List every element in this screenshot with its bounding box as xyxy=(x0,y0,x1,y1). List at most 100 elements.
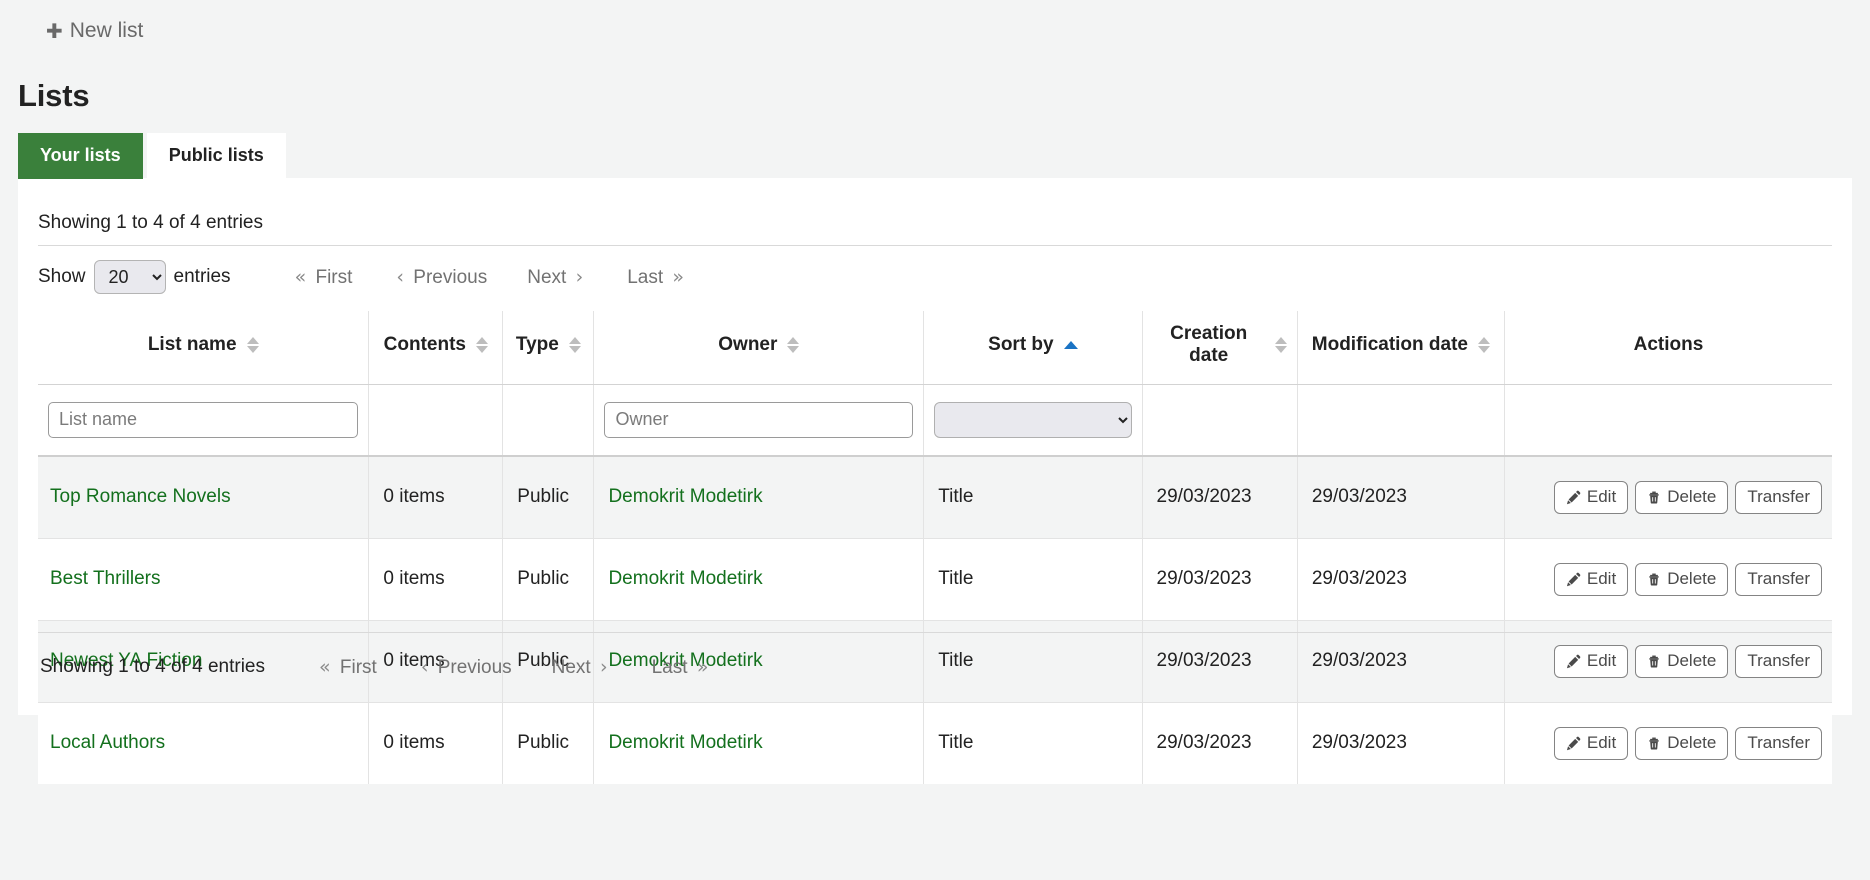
pagination-next-bottom[interactable]: Next › xyxy=(532,656,632,679)
cell-modification-date: 29/03/2023 xyxy=(1297,702,1504,784)
edit-button[interactable]: Edit xyxy=(1554,727,1628,760)
transfer-button[interactable]: Transfer xyxy=(1735,645,1822,678)
transfer-button[interactable]: Transfer xyxy=(1735,481,1822,514)
sort-icon-type[interactable] xyxy=(569,337,581,353)
delete-button[interactable]: Delete xyxy=(1635,727,1728,760)
sort-icon-sort-by-ascending[interactable] xyxy=(1064,341,1078,349)
pagination-last-top-label: Last xyxy=(627,267,663,288)
pagination-first-top[interactable]: « First xyxy=(271,266,373,289)
pagination-last-bottom-label: Last xyxy=(652,657,688,678)
list-name-link[interactable]: Local Authors xyxy=(50,732,165,753)
edit-button-label: Edit xyxy=(1587,569,1616,589)
double-chevron-left-icon: « xyxy=(315,656,335,678)
owner-link[interactable]: Demokrit Modetirk xyxy=(608,732,762,753)
filter-input-list-name[interactable] xyxy=(48,402,358,438)
pagination-previous-top[interactable]: ‹ Previous xyxy=(372,266,507,289)
page-length-select[interactable]: 20 10 50 100 xyxy=(94,260,166,294)
sort-icon-owner[interactable] xyxy=(787,337,799,353)
cell-owner: Demokrit Modetirk xyxy=(594,702,924,784)
edit-button[interactable]: Edit xyxy=(1554,481,1628,514)
table-row: Local Authors 0 itemsPublic Demokrit Modet… xyxy=(38,702,1832,784)
pagination-next-top[interactable]: Next › xyxy=(507,266,607,289)
pencil-icon xyxy=(1566,654,1581,669)
table-body: Top Romance Novels 0 itemsPublic Demokrit … xyxy=(38,456,1832,784)
col-header-modification-date-label: Modification date xyxy=(1312,334,1468,356)
filter-row: Title Author Year xyxy=(38,384,1832,456)
divider-top xyxy=(38,245,1832,246)
sort-icon-list-name[interactable] xyxy=(247,337,259,353)
filter-input-owner[interactable] xyxy=(604,402,913,438)
delete-button[interactable]: Delete xyxy=(1635,481,1728,514)
edit-button[interactable]: Edit xyxy=(1554,645,1628,678)
pagination-first-bottom-label: First xyxy=(340,657,377,678)
col-header-sort-by-label: Sort by xyxy=(988,334,1053,356)
owner-link[interactable]: Demokrit Modetirk xyxy=(608,486,762,507)
double-chevron-right-icon: » xyxy=(668,266,688,288)
lists-panel: Showing 1 to 4 of 4 entries Show 20 10 5… xyxy=(18,178,1852,715)
cell-type: Public xyxy=(503,538,594,620)
pencil-icon xyxy=(1566,572,1581,587)
col-header-type[interactable]: Type xyxy=(503,311,594,384)
col-header-creation-date[interactable]: Creation date xyxy=(1142,311,1297,384)
trash-icon xyxy=(1647,490,1661,505)
cell-sort-by: Title xyxy=(924,456,1142,539)
cell-creation-date: 29/03/2023 xyxy=(1142,702,1297,784)
transfer-button-label: Transfer xyxy=(1747,733,1810,753)
tab-your-lists[interactable]: Your lists xyxy=(18,133,143,179)
filter-cell-creation-date xyxy=(1142,384,1297,456)
list-name-link[interactable]: Top Romance Novels xyxy=(50,486,231,507)
col-header-modification-date[interactable]: Modification date xyxy=(1297,311,1504,384)
cell-list-name: Best Thrillers xyxy=(38,538,369,620)
sort-icon-modification-date[interactable] xyxy=(1478,337,1490,353)
cell-actions: Edit Delete Transfer xyxy=(1504,538,1832,620)
cell-sort-by: Title xyxy=(924,702,1142,784)
col-header-owner-label: Owner xyxy=(718,334,777,356)
pagination-bottom: « First ‹ Previous Next › Last » xyxy=(295,656,732,679)
chevron-right-icon: › xyxy=(596,656,612,678)
sort-icon-contents[interactable] xyxy=(476,337,488,353)
delete-button[interactable]: Delete xyxy=(1635,563,1728,596)
pagination-first-bottom[interactable]: « First xyxy=(295,656,397,679)
cell-type: Public xyxy=(503,702,594,784)
chevron-left-icon: ‹ xyxy=(392,266,408,288)
chevron-right-icon: › xyxy=(572,266,588,288)
show-entries-prefix: Show xyxy=(38,266,86,288)
new-list-button[interactable]: ✚ New list xyxy=(46,20,143,41)
cell-sort-by: Title xyxy=(924,538,1142,620)
tab-public-lists-label: Public lists xyxy=(169,145,264,165)
filter-cell-sort-by: Title Author Year xyxy=(924,384,1142,456)
showing-entries-bottom: Showing 1 to 4 of 4 entries xyxy=(40,656,265,678)
transfer-button-label: Transfer xyxy=(1747,569,1810,589)
cell-contents: 0 items xyxy=(369,702,503,784)
transfer-button[interactable]: Transfer xyxy=(1735,563,1822,596)
double-chevron-right-icon: » xyxy=(693,656,713,678)
col-header-list-name[interactable]: List name xyxy=(38,311,369,384)
edit-button[interactable]: Edit xyxy=(1554,563,1628,596)
pagination-top: « First ‹ Previous Next › Last » xyxy=(271,266,708,289)
pagination-last-bottom[interactable]: Last » xyxy=(632,656,733,679)
col-header-sort-by[interactable]: Sort by xyxy=(924,311,1142,384)
col-header-contents[interactable]: Contents xyxy=(369,311,503,384)
show-entries-suffix: entries xyxy=(174,266,231,288)
pagination-last-top[interactable]: Last » xyxy=(607,266,708,289)
double-chevron-left-icon: « xyxy=(291,266,311,288)
filter-cell-contents xyxy=(369,384,503,456)
table-controls: Show 20 10 50 100 entries « First ‹ Prev… xyxy=(38,258,708,296)
plus-icon: ✚ xyxy=(46,21,63,41)
transfer-button[interactable]: Transfer xyxy=(1735,727,1822,760)
filter-select-sort-by[interactable]: Title Author Year xyxy=(934,402,1131,438)
list-name-link[interactable]: Best Thrillers xyxy=(50,568,161,589)
trash-icon xyxy=(1647,572,1661,587)
tab-public-lists[interactable]: Public lists xyxy=(147,133,286,179)
cell-owner: Demokrit Modetirk xyxy=(594,538,924,620)
col-header-owner[interactable]: Owner xyxy=(594,311,924,384)
edit-button-label: Edit xyxy=(1587,487,1616,507)
pagination-previous-bottom-label: Previous xyxy=(438,657,512,678)
pagination-previous-bottom[interactable]: ‹ Previous xyxy=(397,656,532,679)
sort-icon-creation-date[interactable] xyxy=(1275,337,1287,353)
owner-link[interactable]: Demokrit Modetirk xyxy=(608,568,762,589)
tab-your-lists-label: Your lists xyxy=(40,145,121,165)
col-header-actions: Actions xyxy=(1504,311,1832,384)
pagination-first-top-label: First xyxy=(315,267,352,288)
delete-button[interactable]: Delete xyxy=(1635,645,1728,678)
